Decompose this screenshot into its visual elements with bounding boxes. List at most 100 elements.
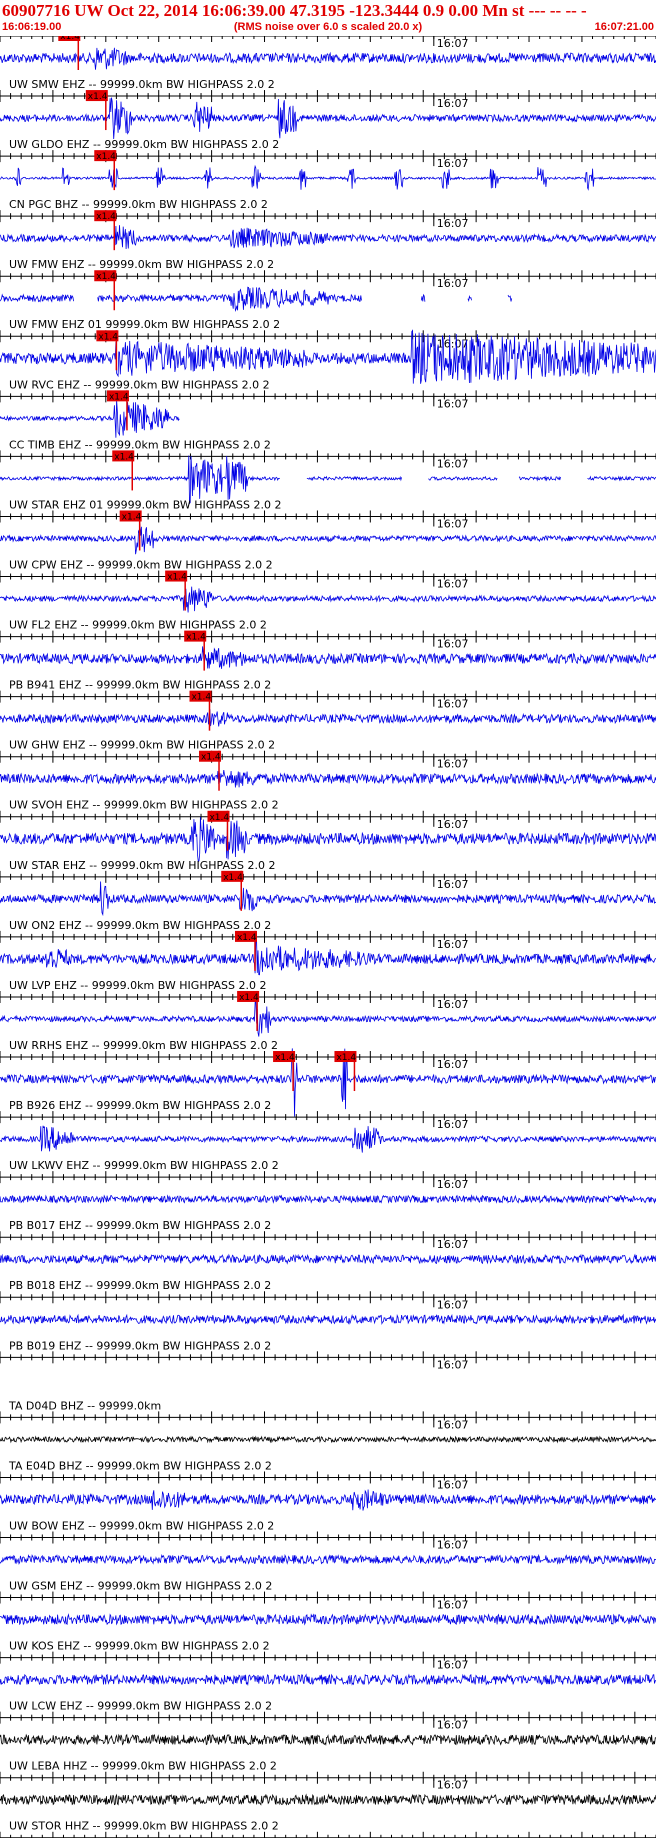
end-time-label: 16:07:21.00 (594, 21, 654, 33)
waveform-trace (0, 524, 656, 555)
trace-panel: 16:07 UW KOS EHZ -- 99999.0km BW HIGHPASS… (0, 1597, 656, 1658)
waveform-trace (0, 1194, 656, 1204)
trace-panel: 16:07 PB B019 EHZ -- 99999.0km BW HIGHPAS… (0, 1296, 656, 1358)
trace-panel: 16:07 x1.4 UW SVOH EHZ -- 99999.0km BW HIG… (0, 750, 656, 817)
trace-panel: 16:07 x1.4 UW CPW EHZ -- 99999.0km BW HIGH… (0, 510, 656, 577)
waveform-trace (0, 586, 656, 613)
waveform-trace (0, 999, 656, 1037)
waveform-trace (0, 47, 656, 70)
trace-panel: 16:07 PB B018 EHZ -- 99999.0km BW HIGHPAS… (0, 1236, 656, 1298)
minute-tick-label: 16:07 (437, 1539, 469, 1552)
minute-tick-label: 16:07 (437, 938, 469, 951)
pick-label: x1.4 (114, 452, 134, 462)
trace-panel: 16:07 UW STOR HHZ -- 99999.0km BW HIGHPAS… (0, 1777, 656, 1838)
pick-label: x1.4 (109, 392, 129, 402)
minute-tick-label: 16:07 (437, 1058, 469, 1071)
station-label: TA D04D BHZ -- 99999.0km (8, 1399, 161, 1412)
waveform-trace (0, 1553, 656, 1565)
rms-note: (RMS noise over 6.0 s scaled 20.0 x) (233, 21, 423, 33)
minute-tick-label: 16:07 (437, 1599, 469, 1612)
station-label: PB B019 EHZ -- 99999.0km BW HIGHPASS 2.0… (9, 1339, 271, 1352)
waveform-trace (0, 939, 656, 976)
pick-label: x1.4 (96, 152, 116, 162)
pick-label: x1.4 (191, 693, 211, 703)
waveform-trace (0, 770, 656, 788)
station-label: UW ON2 EHZ -- 99999.0km BW HIGHPASS 2.0 … (9, 919, 271, 932)
waveform-trace (0, 399, 180, 438)
station-label: UW STOR HHZ -- 99999.0km BW HIGHPASS 2.0… (9, 1820, 279, 1833)
minute-tick-label: 16:07 (437, 97, 469, 110)
station-label: PB B018 EHZ -- 99999.0km BW HIGHPASS 2.0… (9, 1279, 271, 1292)
minute-tick-label: 16:07 (437, 277, 469, 290)
trace-panel: 16:07 x1.4 UW FMW EHZ -- 99999.0km BW HIGH… (0, 210, 656, 277)
trace-panel: 16:07 UW LEBA HHZ -- 99999.0km BW HIGHPAS… (0, 1717, 656, 1778)
trace-panel: 16:07 x1.4 UW RVC EHZ -- 99999.0km BW HIGH… (0, 329, 656, 397)
station-label: PB B926 EHZ -- 99999.0km BW HIGHPASS 2.0… (9, 1099, 271, 1112)
trace-panel: 16:07 x1.4 UW RRHS EHZ -- 99999.0km BW HIG… (0, 990, 656, 1058)
waveform-trace (0, 709, 656, 727)
station-label: UW FL2 EHZ -- 99999.0km BW HIGHPASS 2.0 … (9, 619, 267, 632)
trace-panel: 16:07 PB B017 EHZ -- 99999.0km BW HIGHPAS… (0, 1176, 656, 1238)
waveform-trace (0, 1313, 656, 1325)
minute-tick-label: 16:07 (437, 878, 469, 891)
waveform-trace (0, 1613, 656, 1626)
pick-label: x1.4 (336, 1053, 356, 1063)
station-label: UW LEBA HHZ -- 99999.0km BW HIGHPASS 2.0… (9, 1760, 277, 1773)
trace-panel: 16:07 x1.4 UW SMW EHZ -- 99999.0km BW HIGH… (0, 36, 656, 97)
station-label: UW LKWV EHZ -- 99999.0km BW HIGHPASS 2.0… (9, 1159, 279, 1172)
pick-label: x1.4 (98, 332, 118, 342)
trace-panel: 16:07 x1.4 UW FMW EHZ 01 99999.0km BW HIGH… (0, 270, 656, 337)
minute-tick-label: 16:07 (437, 578, 469, 591)
minute-tick-label: 16:07 (437, 758, 469, 771)
minute-tick-label: 16:07 (437, 818, 469, 831)
waveform-trace (0, 293, 74, 303)
minute-tick-label: 16:07 (437, 638, 469, 651)
pick-label: x1.4 (186, 633, 206, 643)
pick-label: x1.4 (88, 92, 108, 102)
station-label: UW LCW EHZ -- 99999.0km BW HIGHPASS 2.0 … (9, 1700, 272, 1713)
waveform-trace (0, 816, 656, 863)
minute-tick-label: 16:07 (437, 217, 469, 230)
minute-tick-label: 16:07 (437, 397, 469, 410)
minute-tick-label: 16:07 (437, 998, 469, 1011)
station-label: TA E04D BHZ -- 99999.0km BW HIGHPASS 2.0… (8, 1459, 272, 1472)
waveform-trace (428, 475, 498, 481)
station-label: UW STAR EHZ -- 99999.0km BW HIGHPASS 2.0… (9, 859, 275, 872)
station-label: UW CPW EHZ -- 99999.0km BW HIGHPASS 2.0 … (9, 558, 273, 571)
waveform-trace (0, 97, 656, 140)
pick-label: x1.4 (201, 753, 221, 763)
waveform-trace (467, 294, 472, 303)
minute-tick-label: 16:07 (437, 517, 469, 530)
station-label: UW RRHS EHZ -- 99999.0km BW HIGHPASS 2.0… (9, 1039, 278, 1052)
minute-tick-label: 16:07 (437, 457, 469, 470)
pick-label: x1.4 (275, 1053, 295, 1063)
trace-panel: 16:07 x1.4 UW FL2 EHZ -- 99999.0km BW HIGH… (0, 570, 656, 637)
station-label: PB B941 EHZ -- 99999.0km BW HIGHPASS 2.0… (9, 679, 271, 692)
station-label: CN PGC BHZ -- 99999.0km BW HIGHPASS 2.0 … (9, 198, 268, 211)
minute-tick-label: 16:07 (437, 1358, 469, 1371)
plot-header: 60907716 UW Oct 22, 2014 16:06:39.00 47.… (0, 0, 656, 36)
waveform-trace (306, 475, 402, 482)
trace-panel: 16:07 x1.4 UW ON2 EHZ -- 99999.0km BW HIGH… (0, 870, 656, 937)
station-label: UW RVC EHZ -- 99999.0km BW HIGHPASS 2.0 … (9, 378, 270, 391)
waveform-trace (587, 475, 656, 482)
trace-panel: 16:07 x1.4 UW LVP EHZ -- 99999.0km BW HIGH… (0, 930, 656, 997)
waveform-trace (0, 1489, 656, 1511)
trace-panel: 16:07 UW BOW EHZ -- 99999.0km BW HIGHPASS… (0, 1476, 656, 1538)
pick-label: x1.4 (167, 573, 187, 583)
pick-label: x1.4 (96, 212, 116, 222)
trace-panel: 16:07 x1.4 x1.4 PB B926 EHZ -- 99999.0km BW… (0, 1048, 656, 1118)
waveform-trace (0, 455, 280, 505)
station-label: UW SMW EHZ -- 99999.0km BW HIGHPASS 2.0 … (9, 78, 275, 91)
trace-panel: 16:07 x1.4 CN PGC BHZ -- 99999.0km BW HIGH… (0, 150, 656, 217)
waveform-trace (0, 881, 656, 917)
trace-panel: 16:07 x1.4 UW STAR EHZ -- 99999.0km BW HIG… (0, 810, 656, 877)
waveform-trace (0, 1125, 656, 1153)
waveform-trace (0, 646, 656, 669)
station-label: UW KOS EHZ -- 99999.0km BW HIGHPASS 2.0 … (9, 1640, 270, 1653)
station-label: UW GLDO EHZ -- 99999.0km BW HIGHPASS 2.0… (9, 138, 279, 151)
trace-panel: 16:07 UW LKWV EHZ -- 99999.0km BW HIGHPAS… (0, 1116, 656, 1178)
waveform-trace (0, 1673, 656, 1686)
station-label: PB B017 EHZ -- 99999.0km BW HIGHPASS 2.0… (9, 1219, 271, 1232)
minute-tick-label: 16:07 (437, 157, 469, 170)
